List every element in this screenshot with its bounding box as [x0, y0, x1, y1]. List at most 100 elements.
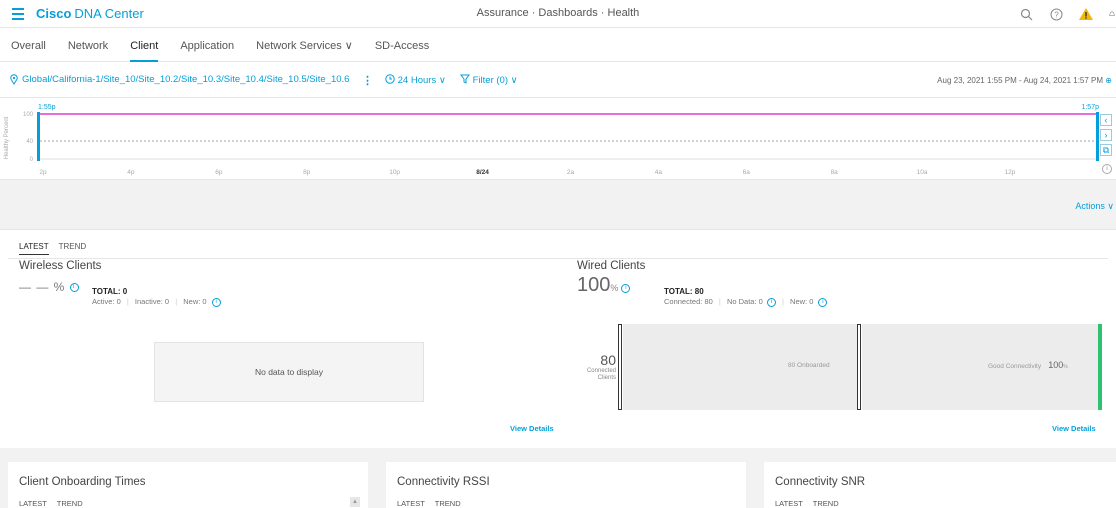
wired-connected: Connected: 80	[664, 297, 713, 306]
info-icon[interactable]: i	[69, 283, 79, 293]
wireless-breakdown: Active: 0 | Inactive: 0 | New: 0 i	[92, 297, 221, 307]
timeline-x-tick: 12p	[1005, 169, 1016, 176]
client-subtabs: LATEST TREND	[19, 242, 86, 255]
timeline-end-label: 1:57p	[1081, 104, 1099, 111]
wireless-new: New: 0	[183, 297, 207, 306]
card-title: Client Onboarding Times	[19, 476, 146, 488]
card-title: Connectivity RSSI	[397, 476, 490, 488]
tab-network-services[interactable]: Network Services ∨	[245, 28, 364, 62]
info-icon[interactable]: i	[211, 297, 221, 307]
card-subtabs: LATEST TREND	[775, 499, 839, 508]
globe-icon[interactable]: ⊕	[1105, 76, 1112, 85]
filter-button[interactable]: Filter (0) ∨	[460, 74, 518, 86]
health-timeline[interactable]: Healthy Percent 100 40 0 1:55p 1:57p 2p 4p 6p 8p 1…	[0, 98, 1116, 180]
divider	[8, 258, 1108, 259]
funnel-icon	[460, 74, 470, 84]
top-bar: Cisco DNA Center Assurance · Dashboards ·…	[0, 0, 1116, 28]
timeline-left-handle	[37, 112, 40, 161]
connected-clients-label: Connected Clients	[586, 368, 616, 381]
chevron-down-icon: ∨	[510, 75, 518, 86]
actions-band: Actions ∨	[0, 180, 1116, 230]
timeline-start-label: 1:55p	[38, 104, 56, 111]
card-title: Connectivity SNR	[775, 476, 866, 488]
onboarded-label: 80 Onboarded	[788, 362, 830, 369]
info-icon[interactable]: i	[818, 297, 828, 307]
search-icon[interactable]	[1018, 6, 1034, 22]
connected-clients-block: 80 Connected Clients	[578, 352, 616, 382]
timeline-x-tick: 2p	[39, 169, 47, 176]
good-connectivity-label: Good Connectivity	[988, 363, 1042, 370]
subtab-latest[interactable]: LATEST	[397, 499, 425, 508]
info-icon[interactable]: i	[766, 297, 776, 307]
timeline-x-tick: 4a	[655, 169, 663, 176]
timeline-y-axis-label: Healthy Percent	[4, 116, 10, 159]
timeline-y-tick: 100	[23, 112, 34, 118]
info-icon[interactable]: i	[621, 283, 631, 293]
wired-health-unit: %	[610, 283, 619, 293]
timeline-chart: Healthy Percent 100 40 0 1:55p 1:57p 2p 4p 6p 8p 1…	[4, 104, 1099, 176]
location-selector[interactable]: Global/California-1/Site_10/Site_10.2/Si…	[10, 74, 349, 85]
bottom-cards: Client Onboarding Times LATEST TREND ▲ C…	[0, 448, 1116, 508]
filter-row: Global/California-1/Site_10/Site_10.2/Si…	[0, 62, 1116, 98]
actions-dropdown[interactable]: Actions ∨	[1075, 201, 1114, 212]
tab-overall[interactable]: Overall	[0, 28, 57, 62]
timeline-prev-button[interactable]: ‹	[1100, 114, 1112, 126]
good-connectivity-percent: 100	[1048, 360, 1064, 370]
subtab-latest[interactable]: LATEST	[19, 242, 49, 255]
subtab-latest[interactable]: LATEST	[775, 499, 803, 508]
timeline-next-button[interactable]: ›	[1100, 129, 1112, 141]
tab-network[interactable]: Network	[57, 28, 119, 62]
connectivity-rssi-card: Connectivity RSSI LATEST TREND	[386, 462, 746, 508]
timeline-nav: ‹ › ⧉	[1100, 114, 1114, 156]
flow-marker	[618, 324, 622, 410]
scroll-up-icon[interactable]: ▲	[350, 497, 360, 507]
timeline-x-tick: 6a	[743, 169, 751, 176]
wired-clients-title: Wired Clients	[577, 260, 646, 272]
timeline-x-tick: 8a	[831, 169, 839, 176]
wired-connectivity-flow: 80 Connected Clients 80 Onboarded Good C…	[587, 324, 1102, 410]
wireless-clients-title: Wireless Clients	[19, 260, 102, 272]
timeline-x-tick: 8/24	[476, 169, 489, 176]
subtab-trend[interactable]: TREND	[813, 499, 839, 508]
wireless-active: Active: 0	[92, 297, 121, 306]
filter-label: Filter (0)	[472, 75, 509, 86]
help-icon[interactable]: ?	[1048, 6, 1064, 22]
subtab-trend[interactable]: TREND	[59, 242, 87, 255]
alert-icon[interactable]	[1078, 6, 1094, 22]
timeline-x-tick: 10p	[389, 169, 400, 176]
wired-health-number: 100	[577, 274, 611, 296]
tab-client[interactable]: Client	[119, 28, 169, 62]
time-range-selector[interactable]: 24 Hours ∨	[385, 74, 446, 86]
client-health-panel: LATEST TREND Wireless Clients — — % i TO…	[0, 230, 1116, 448]
wireless-view-details-link[interactable]: View Details	[510, 424, 554, 433]
timeline-info-icon[interactable]: i	[1102, 164, 1112, 174]
tab-application[interactable]: Application	[169, 28, 245, 62]
card-subtabs: LATEST TREND	[397, 499, 461, 508]
subtab-trend[interactable]: TREND	[435, 499, 461, 508]
timeline-x-tick: 2a	[567, 169, 575, 176]
notification-icon[interactable]	[1108, 6, 1116, 22]
client-onboarding-times-card: Client Onboarding Times LATEST TREND ▲	[8, 462, 368, 508]
timeline-expand-button[interactable]: ⧉	[1100, 144, 1112, 156]
wireless-health-text: — — %	[19, 280, 66, 294]
top-icons: ?	[1018, 5, 1116, 23]
tab-sd-access[interactable]: SD-Access	[364, 28, 440, 62]
date-range: Aug 23, 2021 1:55 PM - Aug 24, 2021 1:57…	[937, 76, 1112, 85]
location-more-icon[interactable]: ⋮	[362, 74, 373, 87]
wireless-total: TOTAL: 0	[92, 287, 128, 296]
timeline-x-tick: 6p	[215, 169, 223, 176]
wireless-no-data: No data to display	[154, 342, 424, 402]
subtab-trend[interactable]: TREND	[57, 499, 83, 508]
timeline-x-tick: 4p	[127, 169, 135, 176]
good-connectivity-block: Good Connectivity 100%	[988, 359, 1068, 371]
wired-no-data: No Data: 0	[726, 297, 763, 306]
subtab-latest[interactable]: LATEST	[19, 499, 47, 508]
wired-new: New: 0	[790, 297, 814, 306]
card-subtabs: LATEST TREND	[19, 499, 83, 508]
wired-view-details-link[interactable]: View Details	[1052, 424, 1096, 433]
timeline-x-tick: 10a	[917, 169, 928, 176]
connected-clients-count: 80	[600, 352, 616, 368]
wired-total: TOTAL: 80	[664, 287, 704, 296]
location-path: Global/California-1/Site_10/Site_10.2/Si…	[22, 74, 350, 85]
wired-health-value: 100% i	[577, 274, 631, 297]
